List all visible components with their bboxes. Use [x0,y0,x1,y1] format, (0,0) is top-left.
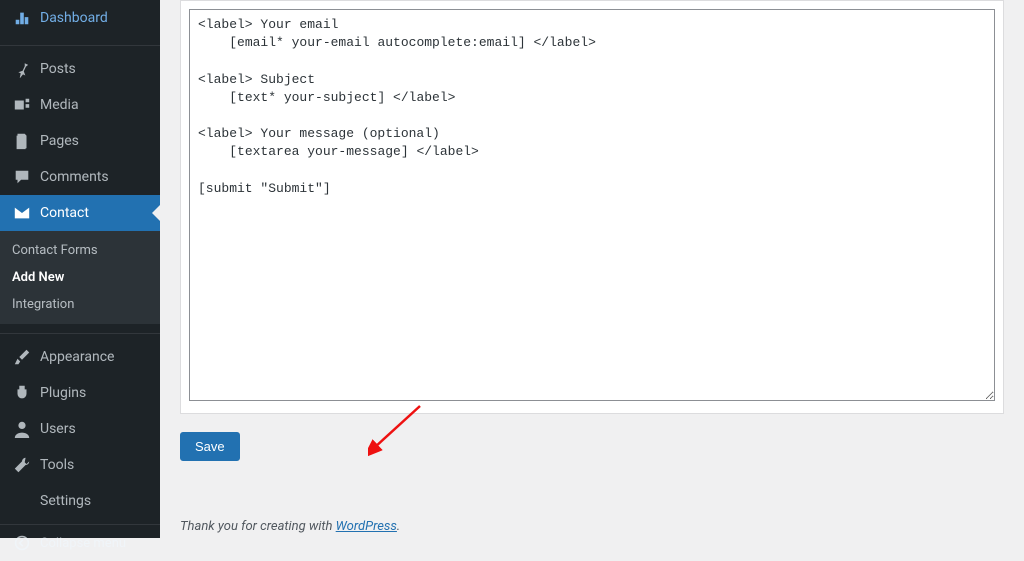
form-editor-panel [180,0,1004,414]
sidebar-item-label: Plugins [40,385,86,401]
sidebar-item-label: Contact [40,205,89,221]
sidebar-item-label: Settings [40,493,91,509]
user-icon [12,419,32,439]
save-row: Save [180,432,1004,461]
menu-separator [0,329,160,334]
comments-icon [12,167,32,187]
sidebar-item-plugins[interactable]: Plugins [0,375,160,411]
sidebar-item-posts[interactable]: Posts [0,51,160,87]
brush-icon [12,347,32,367]
sidebar-item-pages[interactable]: Pages [0,123,160,159]
media-icon [12,95,32,115]
admin-sidebar: Dashboard Posts Media Pages Commen [0,0,160,538]
sidebar-item-label: Pages [40,133,79,149]
collapse-icon [12,533,32,553]
sidebar-item-label: Dashboard [40,10,108,26]
sidebar-item-users[interactable]: Users [0,411,160,447]
sidebar-submenu-contact: Contact Forms Add New Integration [0,231,160,324]
sliders-icon [12,491,32,511]
sidebar-item-contact[interactable]: Contact [0,195,160,231]
sidebar-item-label: Tools [40,457,74,473]
sidebar-item-dashboard[interactable]: Dashboard [0,0,160,36]
sidebar-collapse-menu[interactable]: Collapse menu [0,524,160,561]
envelope-icon [12,203,32,223]
sidebar-item-tools[interactable]: Tools [0,447,160,483]
footer-credit: Thank you for creating with WordPress. [180,519,400,534]
submenu-contact-forms[interactable]: Contact Forms [0,237,160,264]
footer-wordpress-link[interactable]: WordPress [336,519,397,534]
sidebar-item-appearance[interactable]: Appearance [0,339,160,375]
sidebar-item-label: Comments [40,169,109,185]
pin-icon [12,59,32,79]
footer-suffix: . [397,519,400,534]
sidebar-item-label: Users [40,421,76,437]
dashboard-icon [12,8,32,28]
save-button[interactable]: Save [180,432,240,461]
main-content: Save Thank you for creating with WordPre… [160,0,1024,538]
plug-icon [12,383,32,403]
sidebar-item-label: Appearance [40,349,114,365]
sidebar-item-media[interactable]: Media [0,87,160,123]
footer-prefix: Thank you for creating with [180,519,336,534]
wrench-icon [12,455,32,475]
submenu-add-new[interactable]: Add New [0,264,160,291]
menu-separator [0,41,160,46]
sidebar-item-settings[interactable]: Settings [0,483,160,519]
form-template-textarea[interactable] [189,9,995,401]
submenu-integration[interactable]: Integration [0,291,160,318]
sidebar-item-label: Media [40,97,79,113]
sidebar-item-label: Posts [40,61,76,77]
pages-icon [12,131,32,151]
sidebar-item-comments[interactable]: Comments [0,159,160,195]
